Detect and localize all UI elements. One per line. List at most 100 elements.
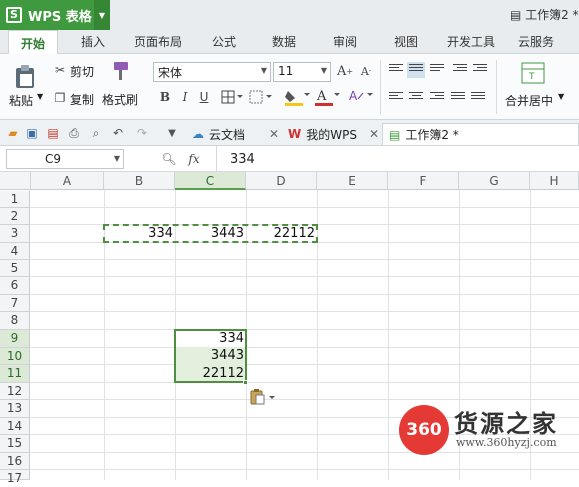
customize-toolbar-icon[interactable]: ▼ [164, 125, 180, 141]
merge-dropdown-icon[interactable]: ▼ [558, 92, 564, 101]
align-center-icon[interactable] [409, 92, 423, 104]
app-menu-button[interactable]: S WPS 表格 ▼ [0, 0, 110, 30]
row-header-8[interactable]: 8 [0, 312, 30, 330]
fx-icon[interactable]: fx [185, 151, 203, 167]
print-icon[interactable]: ⎙ [66, 125, 82, 141]
save-icon[interactable]: ▣ [24, 125, 40, 141]
row-header-12[interactable]: 12 [0, 383, 30, 400]
close-icon[interactable]: ✕ [369, 127, 379, 141]
cell-c11[interactable]: 22112 [175, 365, 244, 383]
column-header-f[interactable]: F [388, 172, 459, 190]
paste-options-button[interactable] [250, 388, 276, 406]
copy-button[interactable]: 复制 [70, 91, 94, 108]
justify-icon[interactable] [451, 92, 465, 104]
column-header-e[interactable]: E [317, 172, 388, 190]
borders-icon[interactable] [220, 89, 244, 105]
shrink-font-icon[interactable]: A- [358, 63, 374, 79]
merge-center-icon[interactable]: T [520, 61, 546, 85]
row-header-14[interactable]: 14 [0, 418, 30, 435]
format-painter-button[interactable]: 格式刷 [102, 91, 138, 108]
grid-line [30, 207, 579, 208]
watermark-name: 货源之家 [454, 410, 558, 438]
bold-icon[interactable]: B [158, 89, 172, 105]
fill-handle[interactable] [243, 380, 248, 385]
tab-formulas[interactable]: 公式 [212, 33, 236, 50]
row-header-16[interactable]: 16 [0, 453, 30, 470]
print-preview-icon[interactable]: ⌕ [88, 125, 104, 141]
grow-font-icon[interactable]: A + [337, 63, 353, 79]
row-header-10[interactable]: 10 [0, 348, 30, 365]
column-header-d[interactable]: D [246, 172, 317, 190]
grid-line [30, 347, 579, 348]
column-header-h[interactable]: H [530, 172, 579, 190]
close-icon[interactable]: ✕ [269, 127, 279, 141]
doc-tab-workbook[interactable]: ▤ 工作簿2 * [382, 123, 579, 145]
paste-icon[interactable] [12, 62, 38, 90]
column-header-b[interactable]: B [104, 172, 175, 190]
export-pdf-icon[interactable]: ▤ [45, 125, 61, 141]
align-bottom-icon[interactable] [430, 64, 444, 76]
name-box[interactable]: C9 ▼ [6, 149, 124, 169]
row-header-2[interactable]: 2 [0, 208, 30, 225]
cell-c3[interactable]: 3443 [175, 225, 244, 243]
underline-icon[interactable]: U [197, 89, 211, 105]
tab-data[interactable]: 数据 [272, 33, 296, 50]
column-header-c[interactable]: C [175, 172, 246, 190]
column-header-g[interactable]: G [459, 172, 530, 190]
row-header-15[interactable]: 15 [0, 435, 30, 453]
cell-c10[interactable]: 3443 [175, 347, 244, 365]
font-color-icon[interactable]: A [313, 87, 341, 107]
distributed-icon[interactable] [471, 92, 485, 104]
align-middle-icon[interactable] [407, 62, 425, 78]
paste-button[interactable]: 粘贴 [9, 92, 33, 109]
text-effects-icon[interactable]: A [346, 87, 374, 107]
increase-indent-icon[interactable] [473, 64, 487, 76]
tab-insert[interactable]: 插入 [81, 33, 105, 50]
align-right-icon[interactable] [430, 92, 444, 104]
align-top-icon[interactable] [389, 64, 403, 76]
open-folder-icon[interactable]: ▰ [5, 125, 21, 141]
row-header-3[interactable]: 3 [0, 225, 30, 243]
decrease-indent-icon[interactable] [453, 64, 467, 76]
tab-home[interactable]: 开始 [8, 30, 59, 55]
row-header-5[interactable]: 5 [0, 260, 30, 277]
row-header-1[interactable]: 1 [0, 191, 30, 208]
row-header-9[interactable]: 9 [0, 330, 30, 348]
row-header-6[interactable]: 6 [0, 277, 30, 295]
cell-fill-pattern-icon[interactable] [248, 89, 274, 105]
row-header-4[interactable]: 4 [0, 243, 30, 260]
paste-dropdown-icon[interactable]: ▼ [37, 92, 43, 101]
formula-divider [216, 146, 217, 172]
font-name-select[interactable]: 宋体 ▼ [153, 62, 271, 82]
cell-d3[interactable]: 22112 [246, 225, 315, 243]
align-left-icon[interactable] [389, 92, 403, 104]
undo-icon[interactable]: ↶ [110, 125, 126, 141]
tab-developer[interactable]: 开发工具 [447, 33, 495, 50]
fill-color-icon[interactable] [283, 87, 311, 107]
font-size-select[interactable]: 11 ▼ [273, 62, 331, 82]
select-all-corner[interactable] [0, 172, 31, 190]
tab-view[interactable]: 视图 [394, 33, 418, 50]
format-painter-icon[interactable] [110, 60, 132, 84]
italic-icon[interactable]: I [178, 89, 192, 105]
tab-page-layout[interactable]: 页面布局 [134, 33, 182, 50]
doc-tab-cloud[interactable]: ☁ 云文档 ✕ [186, 123, 285, 145]
cell-b3[interactable]: 334 [104, 225, 173, 243]
row-header-13[interactable]: 13 [0, 400, 30, 418]
formula-input[interactable]: 334 [230, 152, 255, 167]
doc-tab-my-wps[interactable]: W 我的WPS ✕ [282, 123, 385, 145]
redo-icon[interactable]: ↷ [134, 125, 150, 141]
row-header-11[interactable]: 11 [0, 365, 30, 383]
tab-review[interactable]: 审阅 [333, 33, 357, 50]
column-header-a[interactable]: A [31, 172, 104, 190]
scissors-icon: ✂ [54, 63, 66, 77]
chevron-down-icon[interactable]: ▼ [94, 0, 110, 30]
chevron-down-icon[interactable]: ▼ [114, 154, 120, 163]
cut-button[interactable]: 剪切 [70, 63, 94, 80]
cell-c9[interactable]: 334 [175, 330, 244, 348]
row-header-17[interactable]: 17 [0, 470, 30, 485]
row-header-7[interactable]: 7 [0, 295, 30, 312]
zoom-search-icon[interactable]: 🔍︎ [161, 151, 177, 167]
tab-cloud-service[interactable]: 云服务 [518, 33, 554, 50]
merge-center-button[interactable]: 合并居中 [505, 92, 553, 109]
